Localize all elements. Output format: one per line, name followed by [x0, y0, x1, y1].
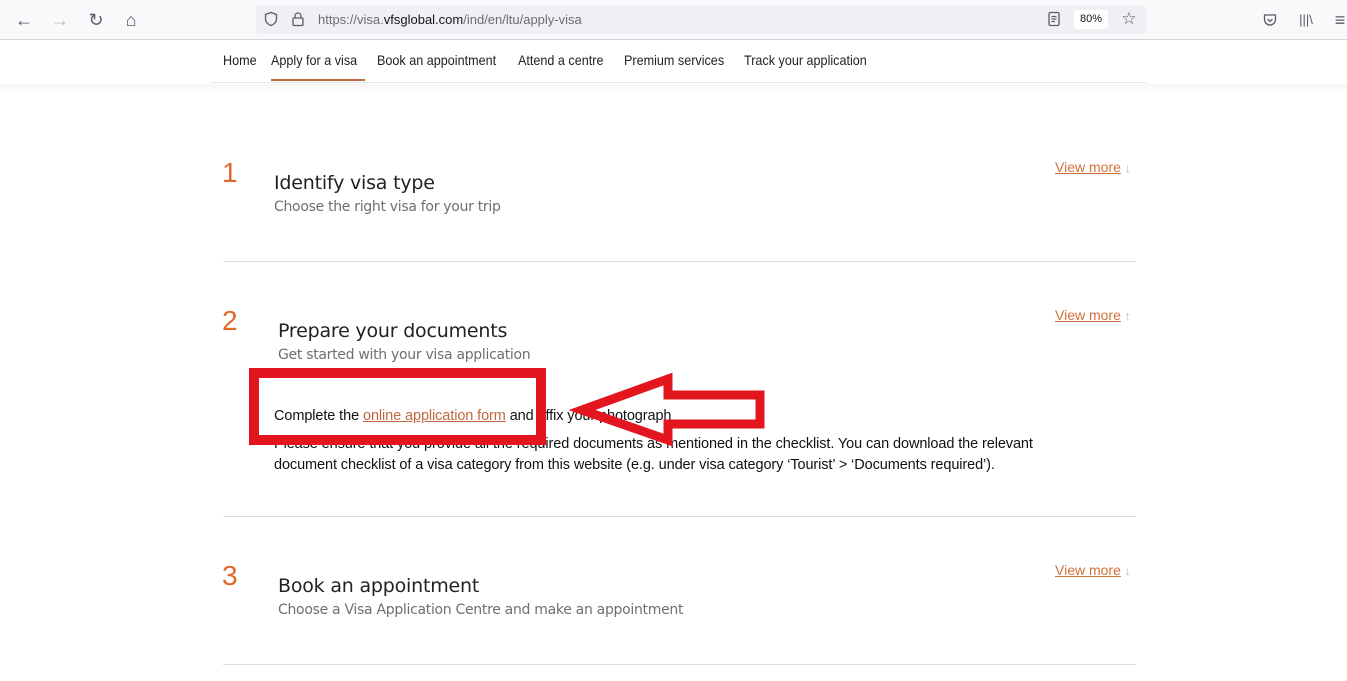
nav-shadow	[0, 84, 1347, 92]
zoom-level-badge[interactable]: 80%	[1074, 10, 1108, 29]
step-title: Prepare your documents	[278, 320, 508, 342]
step-number: 2	[222, 305, 238, 336]
forward-icon[interactable]: →	[48, 8, 72, 32]
view-more-link[interactable]: View more ↑	[1055, 307, 1131, 323]
nav-item-track-your-application[interactable]: Track your application	[744, 52, 867, 68]
documents-note-line-2: document checklist of a visa category fr…	[274, 457, 995, 473]
nav-item-home[interactable]: Home	[223, 52, 257, 68]
divider	[223, 261, 1136, 262]
url-bar[interactable]: https://visa.vfsglobal.com/ind/en/ltu/ap…	[256, 5, 1146, 34]
nav-item-attend-a-centre[interactable]: Attend a centre	[518, 52, 603, 68]
step-number: 3	[222, 560, 238, 591]
step-title: Book an appointment	[278, 575, 480, 597]
nav-item-apply-for-a-visa[interactable]: Apply for a visa	[271, 52, 357, 68]
browser-toolbar: ← → ↻ ⌂ https://visa.vfsglobal.com/ind/e…	[0, 0, 1347, 40]
bookmark-star-icon[interactable]: ☆	[1121, 10, 1137, 27]
instruction-text: and affix your photograph	[505, 408, 672, 424]
arrow-down-icon: ↓	[1124, 564, 1131, 578]
lock-icon[interactable]	[290, 11, 306, 27]
nav-item-book-an-appointment[interactable]: Book an appointment	[377, 52, 496, 68]
instruction-text: Complete the	[274, 408, 363, 424]
arrow-up-icon: ↑	[1124, 309, 1131, 323]
site-navigation: Home Apply for a visa Book an appointmen…	[210, 40, 1146, 83]
step-title: Identify visa type	[274, 172, 435, 194]
step-subtitle: Choose a Visa Application Centre and mak…	[278, 602, 684, 618]
step-subtitle: Choose the right visa for your trip	[274, 199, 501, 215]
url-text[interactable]: https://visa.vfsglobal.com/ind/en/ltu/ap…	[318, 12, 582, 27]
view-more-link[interactable]: View more ↓	[1055, 159, 1131, 175]
reload-icon[interactable]: ↻	[84, 8, 108, 32]
view-more-label: View more	[1055, 562, 1121, 578]
url-path: /ind/en/ltu/apply-visa	[463, 12, 582, 27]
pocket-icon[interactable]	[1258, 8, 1282, 32]
view-more-label: View more	[1055, 307, 1121, 323]
divider	[223, 664, 1136, 665]
nav-item-premium-services[interactable]: Premium services	[624, 52, 724, 68]
library-icon[interactable]: |||\	[1294, 8, 1318, 32]
view-more-label: View more	[1055, 159, 1121, 175]
url-domain: vfsglobal.com	[383, 12, 464, 27]
divider	[223, 516, 1136, 517]
arrow-down-icon: ↓	[1124, 161, 1131, 175]
step-number: 1	[222, 157, 238, 188]
view-more-link[interactable]: View more ↓	[1055, 562, 1131, 578]
active-tab-indicator	[271, 79, 365, 81]
instruction-line: Complete the online application form and…	[274, 406, 672, 427]
home-icon[interactable]: ⌂	[119, 8, 143, 32]
shield-icon[interactable]	[263, 11, 279, 27]
reader-view-icon[interactable]	[1046, 11, 1062, 27]
online-application-form-link[interactable]: online application form	[363, 408, 506, 424]
documents-note-line-1: Please ensure that you provide all the r…	[274, 436, 1033, 452]
step-subtitle: Get started with your visa application	[278, 347, 531, 363]
url-prefix: https://visa.	[318, 12, 384, 27]
menu-icon[interactable]: ≡	[1328, 8, 1347, 32]
back-icon[interactable]: ←	[12, 8, 36, 32]
annotation-overlay	[249, 368, 765, 447]
